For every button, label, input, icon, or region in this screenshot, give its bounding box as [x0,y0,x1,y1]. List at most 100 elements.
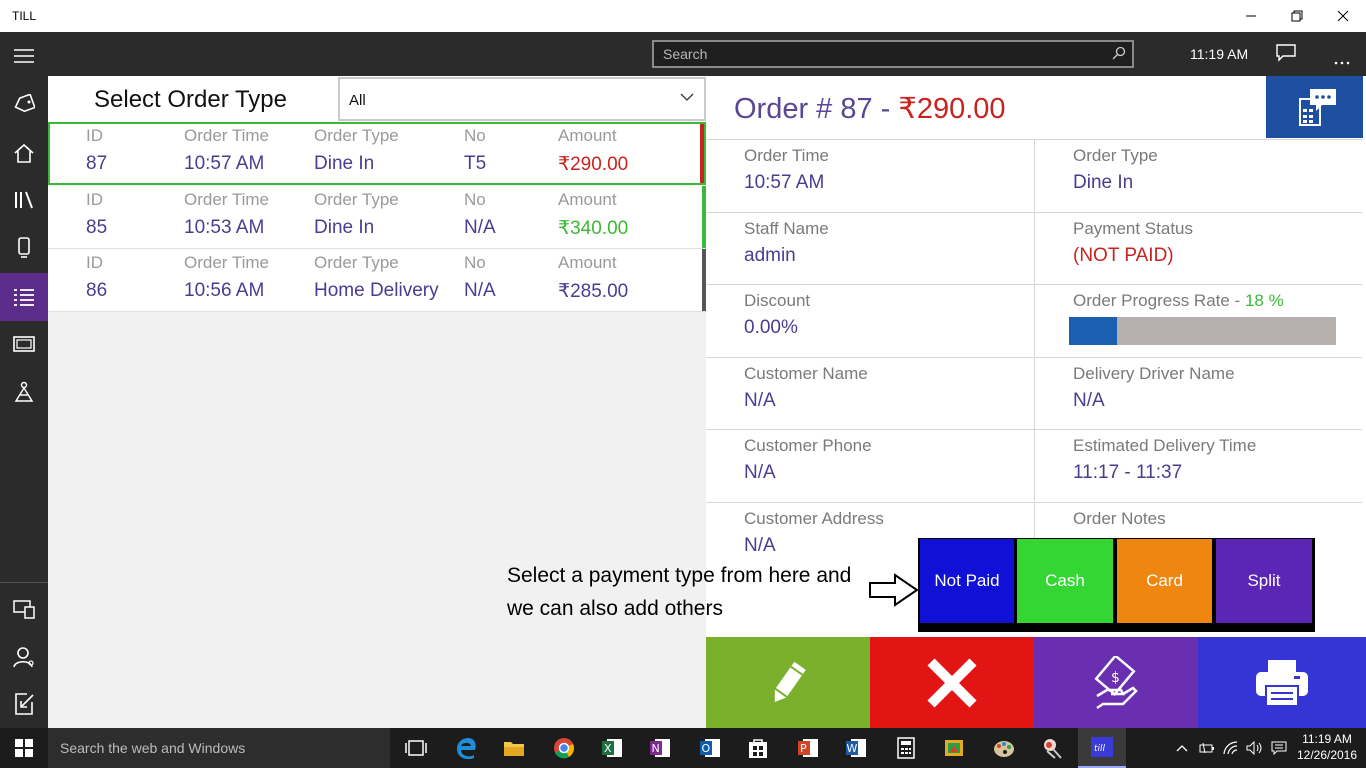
order-type-cell: Order Type Dine In [1034,139,1362,211]
customer-name-cell: Customer Name N/A [706,357,1034,429]
taskbar-time: 11:19 AM [1302,732,1352,746]
order-type-header: Order Type [314,126,399,145]
devices-icon[interactable] [0,585,48,633]
file-explorer-icon[interactable] [490,728,538,768]
card-button[interactable]: Card [1117,539,1212,623]
order-amount-header: Amount [558,190,617,209]
taskbar-clock[interactable]: 11:19 AM 12/26/2016 [1294,731,1360,763]
action-center-icon[interactable] [1268,728,1290,768]
order-no-header: No [464,253,486,272]
order-progress-cell: Order Progress Rate - 18 % [1034,284,1362,356]
sidebar [0,32,48,728]
till-app-taskbar-icon[interactable]: till [1078,728,1126,768]
outlook-icon[interactable]: O [686,728,734,768]
order-type-value: Dine In [314,217,375,238]
logout-icon[interactable] [0,680,48,728]
pay-order-button[interactable]: $ [1034,637,1198,728]
minimize-button[interactable] [1228,0,1274,32]
order-type-header: Select Order Type All [48,76,706,122]
close-icon [1337,10,1349,22]
tag-icon[interactable] [0,80,48,128]
battery-icon[interactable] [1196,728,1218,768]
search-icon[interactable] [1112,46,1126,60]
windows-start-icon[interactable] [0,728,48,768]
kitchen-icon[interactable] [0,368,48,416]
payment-status-cell: Payment Status (NOT PAID) [1034,212,1362,284]
excel-icon[interactable]: X [588,728,636,768]
order-id-header: ID [86,253,103,272]
chat-calculator-button[interactable] [1266,76,1363,138]
user-icon[interactable] [0,633,48,681]
order-amount-header: Amount [558,126,617,145]
presentation-app-icon[interactable] [930,728,978,768]
orders-list-icon[interactable] [0,273,48,321]
customer-name-value: N/A [744,390,776,411]
close-window-button[interactable] [1320,0,1366,32]
word-icon[interactable]: W [832,728,880,768]
customer-phone-label: Customer Phone [744,436,872,455]
order-amount-value: ₹285.00 [558,281,629,302]
paint-icon[interactable] [980,728,1028,768]
volume-icon[interactable] [1244,728,1266,768]
order-row[interactable]: ID 87 Order Time 10:57 AM Order Type Dine In N… [48,122,706,185]
display-icon[interactable] [0,320,48,368]
app-bar: 11:19 AM [0,32,1366,76]
order-progress-fill [1069,317,1118,345]
svg-text:till: till [1094,744,1106,754]
order-id-value: 87 [86,153,108,174]
hamburger-menu-icon[interactable] [0,32,48,80]
search-input[interactable] [654,42,1094,66]
restore-button[interactable] [1274,0,1320,32]
order-actions: $ [706,637,1366,728]
minimize-icon [1246,15,1256,17]
snipping-tool-icon[interactable] [1028,728,1076,768]
calculator-icon[interactable] [882,728,930,768]
chevron-up-icon[interactable] [1172,728,1192,768]
phone-icon[interactable] [0,224,48,272]
task-view-icon[interactable] [392,728,440,768]
search-box[interactable] [652,40,1134,68]
message-icon[interactable] [1276,44,1296,67]
order-progress-label-text: Order Progress Rate - [1073,291,1245,310]
estimated-delivery-label: Estimated Delivery Time [1073,436,1257,455]
cancel-order-button[interactable] [870,637,1034,728]
wifi-icon[interactable] [1220,728,1242,768]
powerpoint-icon[interactable]: P [784,728,832,768]
store-icon[interactable] [734,728,782,768]
customer-phone-value: N/A [744,462,776,483]
order-amount-value: ₹290.00 [558,154,629,175]
home-icon[interactable] [0,129,48,177]
sidebar-divider [0,582,48,583]
staff-name-cell: Staff Name admin [706,212,1034,284]
order-time-header: Order Time [184,253,270,272]
svg-text:X: X [604,742,612,755]
cash-button[interactable]: Cash [1017,539,1113,623]
order-amount-value: ₹340.00 [558,218,629,239]
taskbar-search-box[interactable]: Search the web and Windows [48,728,390,768]
title-bar: TILL [0,0,1366,32]
split-button[interactable]: Split [1216,539,1312,623]
order-title: Order # 87 - ₹290.00 [734,91,1006,126]
not-paid-button[interactable]: Not Paid [920,539,1014,623]
svg-text:W: W [847,742,858,755]
order-type-dropdown[interactable]: All [338,77,706,121]
order-row[interactable]: ID 86 Order Time 10:56 AM Order Type Home Del… [48,249,706,312]
chrome-icon[interactable] [540,728,588,768]
library-icon[interactable] [0,176,48,224]
order-time-cell: Order Time 10:57 AM [706,139,1034,211]
edit-order-button[interactable] [706,637,870,728]
order-no-value: N/A [464,217,496,238]
order-amount-header: Amount [558,253,617,272]
more-options-icon[interactable] [1334,52,1350,70]
payment-status-value: (NOT PAID) [1073,245,1174,266]
print-button[interactable] [1198,637,1366,728]
discount-label: Discount [744,291,811,310]
order-type-dropdown-value: All [349,92,366,109]
taskbar-search-placeholder: Search the web and Windows [60,740,246,756]
onenote-icon[interactable]: N [636,728,684,768]
order-row[interactable]: ID 85 Order Time 10:53 AM Order Type Dine In N… [48,186,706,249]
edge-browser-icon[interactable] [442,728,490,768]
chevron-down-icon [680,93,694,101]
order-type-label: Order Type [1073,146,1158,165]
svg-text:P: P [800,742,807,755]
